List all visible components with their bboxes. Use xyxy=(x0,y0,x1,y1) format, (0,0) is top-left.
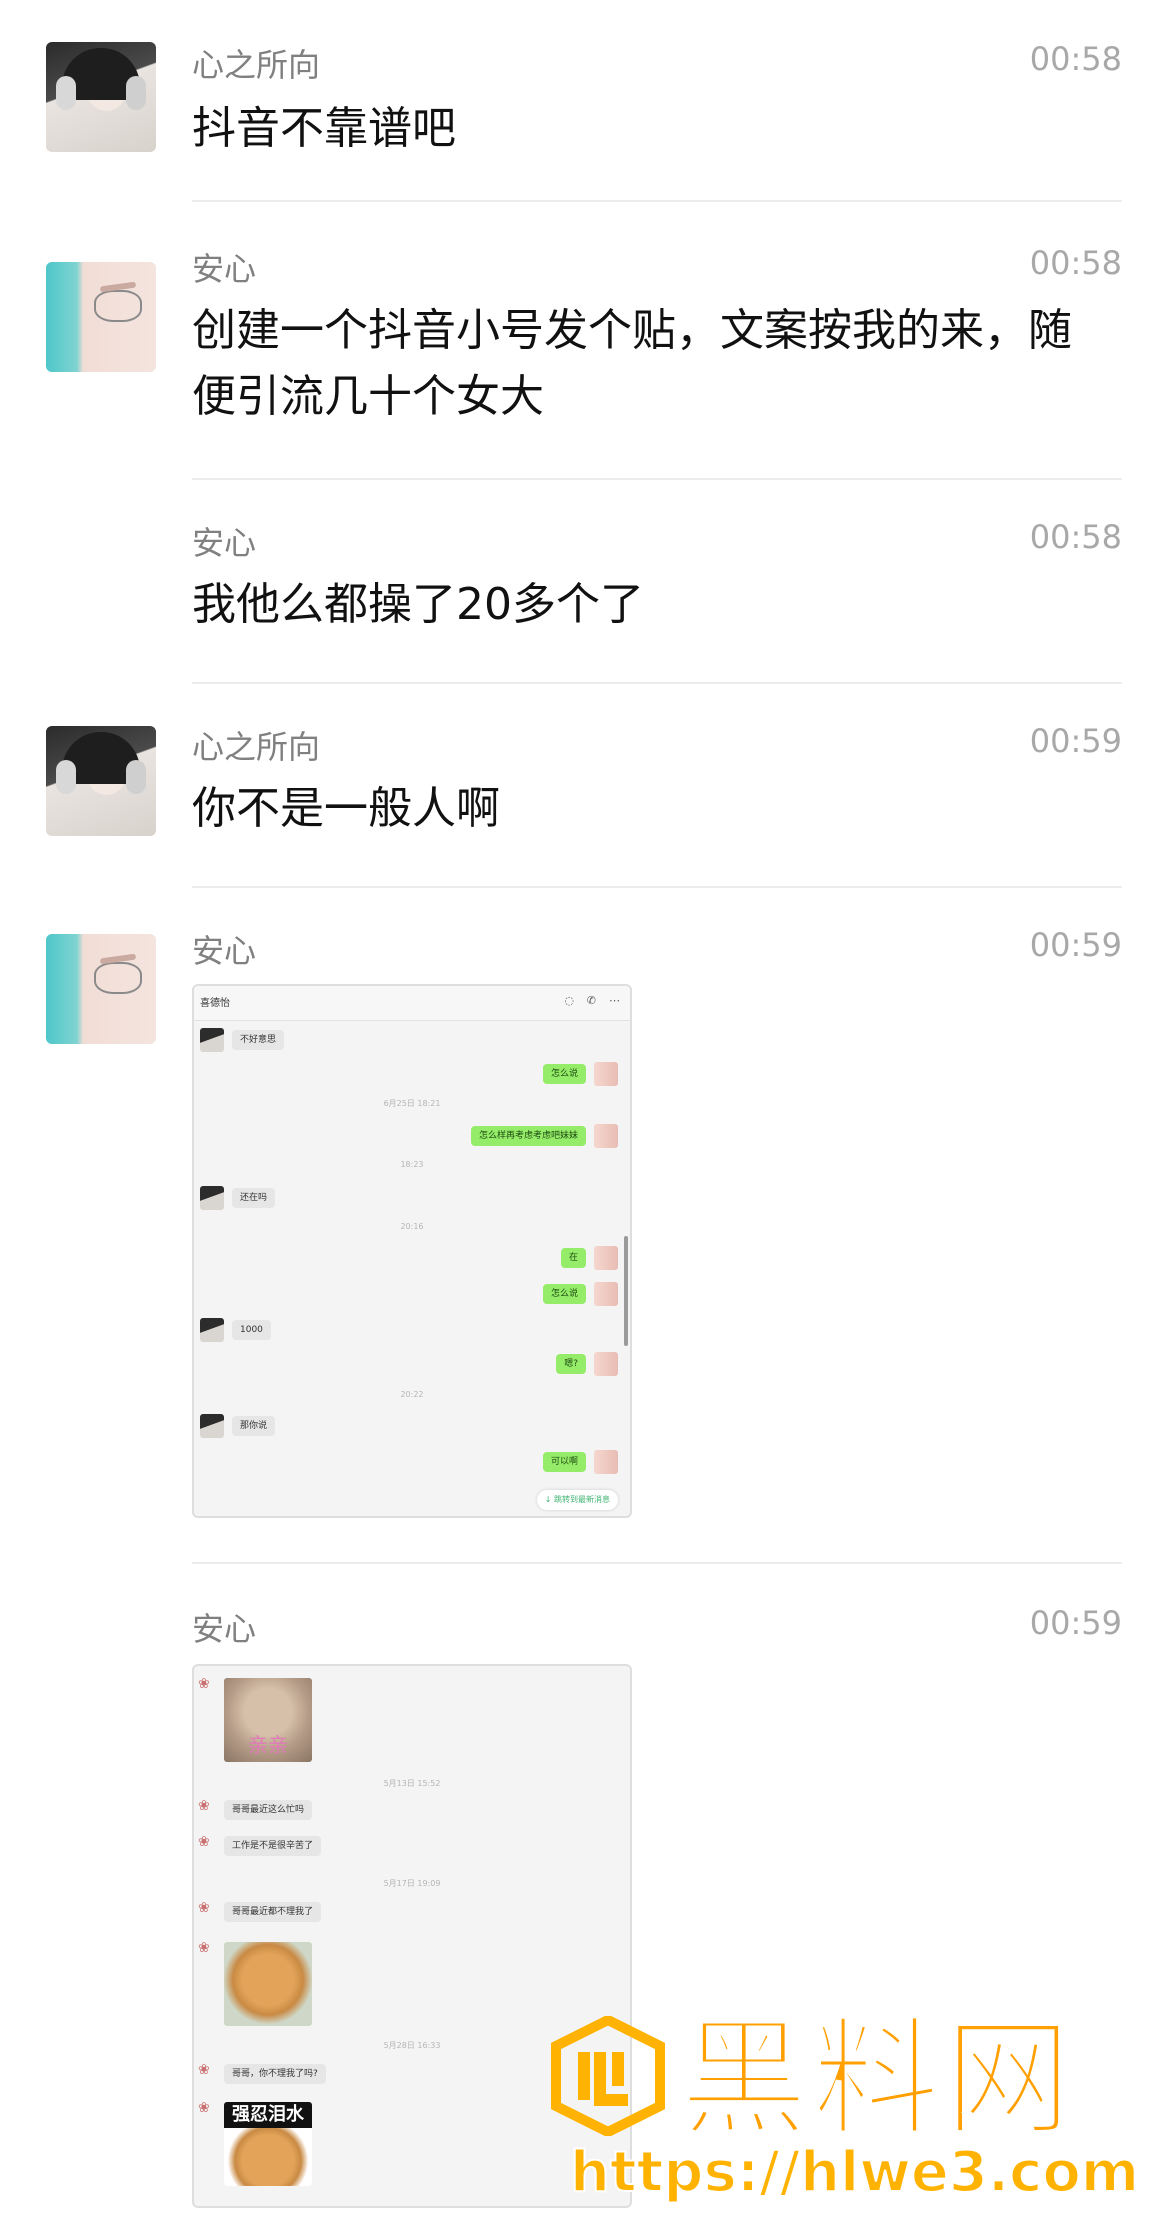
screenshot-row: ❀ 哥哥最近都不理我了 xyxy=(194,1900,630,1926)
avatar xyxy=(200,1318,224,1342)
screenshot-row: 1000 xyxy=(194,1318,630,1344)
screenshot-row: 怎么样再考虑考虑吧妹妹 xyxy=(194,1124,630,1150)
screenshot-row: 不好意思 xyxy=(194,1028,630,1054)
chat-bubble: 在 xyxy=(560,1248,586,1268)
chat-bubble-icon: ◌ xyxy=(564,994,574,1007)
chat-bubble: 那你说 xyxy=(232,1416,276,1436)
sender-name: 安心 xyxy=(192,524,257,562)
screenshot-timestamp: 5月13日 15:52 xyxy=(383,1779,441,1788)
chat-bubble: 怎么说 xyxy=(542,1284,586,1304)
avatar-icon: ❀ xyxy=(198,1940,210,1956)
message-time: 00:58 xyxy=(1029,518,1122,556)
message-item[interactable]: 安心 00:59 喜德怡 ◌ ✆ ⋯ 不好意思 怎么说 6月25日 18:21 … xyxy=(0,888,1169,1560)
screenshot-timestamp: 5月17日 19:09 xyxy=(383,1879,441,1888)
chat-bubble: 怎么样再考虑考虑吧妹妹 xyxy=(470,1126,586,1146)
avatar[interactable] xyxy=(46,262,156,372)
screenshot-row: ❀ 哥哥最近这么忙吗 xyxy=(194,1798,630,1824)
message-time: 00:59 xyxy=(1029,1604,1122,1642)
avatar-icon: ❀ xyxy=(198,2100,210,2116)
screenshot-row: 在 xyxy=(194,1246,630,1272)
screenshot-row: 嗯? xyxy=(194,1352,630,1378)
sticker-text: 亲亲 xyxy=(248,1733,288,1757)
avatar xyxy=(200,1186,224,1210)
phone-icon: ✆ xyxy=(586,994,596,1007)
message-item[interactable]: 心之所向 00:58 抖音不靠谱吧 xyxy=(0,0,1169,200)
avatar[interactable] xyxy=(46,42,156,152)
chat-bubble: 怎么说 xyxy=(542,1064,586,1084)
screenshot-row: 还在吗 xyxy=(194,1186,630,1212)
scrollbar xyxy=(624,1236,628,1346)
message-text: 你不是一般人啊 xyxy=(192,783,500,834)
screenshot-timestamp: 20:22 xyxy=(400,1390,424,1399)
message-time: 00:59 xyxy=(1029,926,1122,964)
screenshot-row: ❀ 工作是不是很辛苦了 xyxy=(194,1834,630,1860)
chat-screenshot-image[interactable]: 喜德怡 ◌ ✆ ⋯ 不好意思 怎么说 6月25日 18:21 怎么样再考虑考虑吧… xyxy=(192,984,632,1518)
message-text: 我他么都操了20多个了 xyxy=(192,579,644,630)
watermark-url: https://hlwe3.com xyxy=(569,2139,1140,2206)
sender-name: 心之所向 xyxy=(192,728,321,766)
chat-bubble: 工作是不是很辛苦了 xyxy=(224,1836,322,1856)
screenshot-timestamp: 18:23 xyxy=(400,1160,424,1169)
screenshot-row: 怎么说 xyxy=(194,1062,630,1088)
chat-bubble: 不好意思 xyxy=(232,1030,285,1050)
chat-bubble: 嗯? xyxy=(556,1354,586,1374)
screenshot-timestamp: 6月25日 18:21 xyxy=(383,1099,441,1108)
message-item[interactable]: 安心 00:58 创建一个抖音小号发个贴，文案按我的来，随便引流几十个女大 xyxy=(0,202,1169,478)
screenshot-row: 那你说 xyxy=(194,1414,630,1440)
avatar-icon: ❀ xyxy=(198,1676,210,1692)
screenshot-title: 喜德怡 xyxy=(200,998,230,1009)
message-text: 创建一个抖音小号发个贴，文案按我的来，随便引流几十个女大 xyxy=(192,305,1072,422)
jump-to-latest-button: ↓ 跳转到最新消息 xyxy=(536,1490,618,1510)
sender-name: 安心 xyxy=(192,1610,257,1648)
message-time: 00:58 xyxy=(1029,40,1122,78)
avatar xyxy=(594,1062,618,1086)
chat-bubble: 还在吗 xyxy=(232,1188,276,1208)
message-time: 00:59 xyxy=(1029,722,1122,760)
message-item[interactable]: 安心 00:58 我他么都操了20多个了 xyxy=(0,480,1169,680)
avatar-icon: ❀ xyxy=(198,1900,210,1916)
message-text: 抖音不靠谱吧 xyxy=(192,103,456,154)
screenshot-header: 喜德怡 ◌ ✆ ⋯ xyxy=(194,986,630,1021)
screenshot-row: 可以啊 xyxy=(194,1450,630,1476)
avatar[interactable] xyxy=(46,726,156,836)
screenshot-timestamp: 20:16 xyxy=(400,1222,424,1231)
avatar xyxy=(594,1282,618,1306)
avatar xyxy=(200,1414,224,1438)
more-icon: ⋯ xyxy=(609,994,620,1007)
message-time: 00:58 xyxy=(1029,244,1122,282)
watermark-logo-icon xyxy=(551,2016,665,2136)
kiss-sticker: 亲亲 xyxy=(224,1678,312,1762)
avatar-icon: ❀ xyxy=(198,2062,210,2078)
avatar xyxy=(594,1352,618,1376)
watermark-title: 黑料网 xyxy=(679,2005,1077,2154)
watermark: 黑料网 https://hlwe3.com xyxy=(540,2005,1140,2210)
avatar[interactable] xyxy=(46,934,156,1044)
avatar xyxy=(594,1246,618,1270)
avatar xyxy=(200,1028,224,1052)
chat-bubble: 哥哥，你不理我了吗? xyxy=(224,2064,326,2084)
screenshot-row: 怎么说 xyxy=(194,1282,630,1308)
chat-bubble: 可以啊 xyxy=(542,1452,586,1472)
sender-name: 安心 xyxy=(192,932,257,970)
bear-sticker xyxy=(224,1942,312,2026)
avatar-icon: ❀ xyxy=(198,1834,210,1850)
sticker-text: 强忍泪水 xyxy=(224,2102,312,2128)
avatar xyxy=(594,1450,618,1474)
chat-bubble: 哥哥最近都不理我了 xyxy=(224,1902,322,1922)
avatar xyxy=(594,1124,618,1148)
sender-name: 心之所向 xyxy=(192,46,321,84)
chat-bubble: 1000 xyxy=(232,1320,271,1340)
sender-name: 安心 xyxy=(192,250,257,288)
chat-bubble: 哥哥最近这么忙吗 xyxy=(224,1800,313,1820)
avatar-icon: ❀ xyxy=(198,1798,210,1814)
message-item[interactable]: 心之所向 00:59 你不是一般人啊 xyxy=(0,684,1169,884)
tears-sticker: 强忍泪水 xyxy=(224,2102,312,2186)
